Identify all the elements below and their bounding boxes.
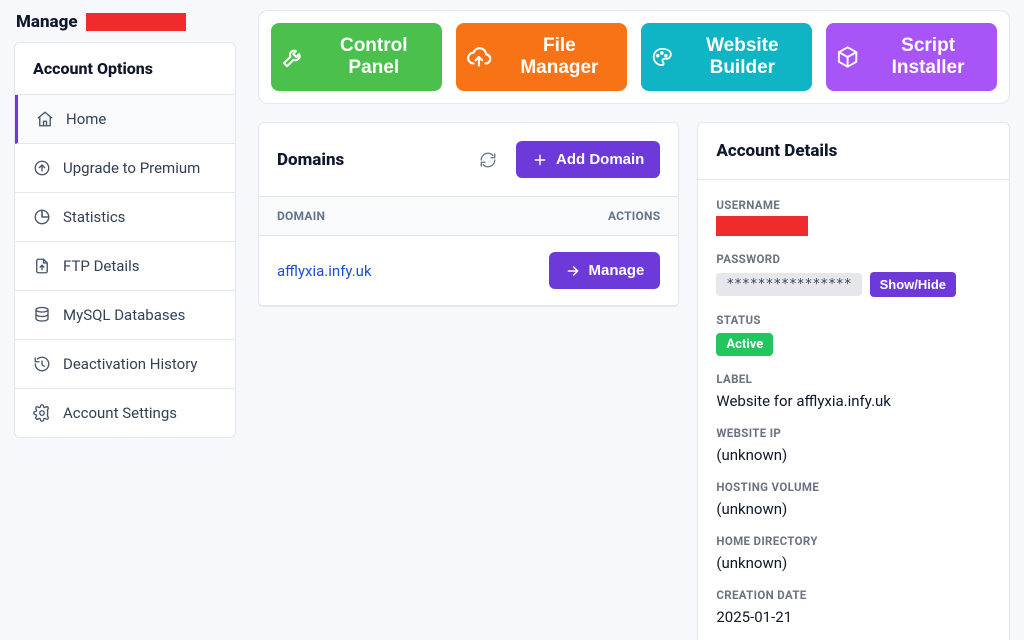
action-bar: Control Panel File Manager Website Build…	[258, 10, 1010, 104]
sidebar-item-label: Home	[66, 110, 106, 128]
pie-icon	[33, 208, 51, 226]
label-username: USERNAME	[716, 198, 991, 212]
home-icon	[36, 110, 54, 128]
label-hosting-volume: HOSTING VOLUME	[716, 480, 991, 494]
cloud-upload-icon	[466, 44, 492, 70]
manage-label: Manage	[16, 12, 78, 32]
sidebar-item-label: FTP Details	[63, 257, 139, 275]
arrow-right-icon	[565, 263, 581, 279]
file-manager-button[interactable]: File Manager	[456, 23, 627, 91]
sidebar-item-home[interactable]: Home	[18, 95, 235, 143]
file-arrow-icon	[33, 257, 51, 275]
status-badge: Active	[716, 333, 773, 356]
account-details-card: Account Details USERNAME PASSWORD ******…	[697, 122, 1010, 640]
cube-icon	[836, 44, 859, 70]
sidebar-item-label: Account Settings	[63, 404, 177, 422]
sidebar-item-statistics[interactable]: Statistics	[15, 193, 235, 241]
col-domain: DOMAIN	[259, 197, 456, 236]
domain-link[interactable]: afflyxia.infy.uk	[277, 262, 372, 280]
control-panel-button[interactable]: Control Panel	[271, 23, 442, 91]
show-hide-password-button[interactable]: Show/Hide	[870, 272, 956, 297]
action-label: Control Panel	[316, 35, 432, 79]
sidebar-item-settings[interactable]: Account Settings	[15, 389, 235, 437]
action-label: File Manager	[502, 35, 617, 79]
manage-domain-button[interactable]: Manage	[549, 252, 661, 289]
sidebar-item-mysql[interactable]: MySQL Databases	[15, 291, 235, 339]
action-label: Website Builder	[683, 35, 802, 79]
table-row: afflyxia.infy.uk Manage	[259, 236, 678, 306]
sidebar-item-upgrade[interactable]: Upgrade to Premium	[15, 144, 235, 192]
value-website-ip: (unknown)	[716, 446, 991, 464]
manage-label: Manage	[589, 262, 645, 279]
label-status: STATUS	[716, 313, 991, 327]
label-password: PASSWORD	[716, 252, 991, 266]
action-label: Script Installer	[869, 35, 987, 79]
arrow-up-circle-icon	[33, 159, 51, 177]
history-icon	[33, 355, 51, 373]
refresh-icon	[479, 151, 497, 169]
sidebar-item-label: Upgrade to Premium	[63, 159, 200, 177]
page-title: Manage	[16, 12, 236, 32]
sidebar-item-ftp[interactable]: FTP Details	[15, 242, 235, 290]
add-domain-label: Add Domain	[556, 151, 644, 168]
value-hosting-volume: (unknown)	[716, 500, 991, 518]
label-home-directory: HOME DIRECTORY	[716, 534, 991, 548]
domains-title: Domains	[277, 150, 344, 170]
redacted-account-name	[86, 13, 186, 31]
col-actions: ACTIONS	[456, 197, 679, 236]
value-creation-date: 2025-01-21	[716, 608, 991, 626]
script-installer-button[interactable]: Script Installer	[826, 23, 997, 91]
database-icon	[33, 306, 51, 324]
label-website-ip: WEBSITE IP	[716, 426, 991, 440]
domains-card: Domains Add Domain	[258, 122, 679, 307]
sidebar-heading: Account Options	[15, 43, 235, 95]
account-details-title: Account Details	[716, 141, 837, 161]
sidebar-item-label: Statistics	[63, 208, 125, 226]
label-creation-date: CREATION DATE	[716, 588, 991, 602]
sidebar-item-deactivation[interactable]: Deactivation History	[15, 340, 235, 388]
password-mask: ****************	[716, 273, 861, 296]
gear-icon	[33, 404, 51, 422]
label-label: LABEL	[716, 372, 991, 386]
plus-icon	[532, 152, 548, 168]
add-domain-button[interactable]: Add Domain	[516, 141, 660, 178]
refresh-button[interactable]	[474, 146, 502, 174]
palette-icon	[651, 44, 673, 70]
value-label: Website for afflyxia.infy.uk	[716, 392, 991, 410]
sidebar-item-label: Deactivation History	[63, 355, 198, 373]
wrench-icon	[281, 44, 306, 70]
value-home-directory: (unknown)	[716, 554, 991, 572]
redacted-username	[716, 216, 808, 236]
website-builder-button[interactable]: Website Builder	[641, 23, 812, 91]
sidebar-item-label: MySQL Databases	[63, 306, 185, 324]
